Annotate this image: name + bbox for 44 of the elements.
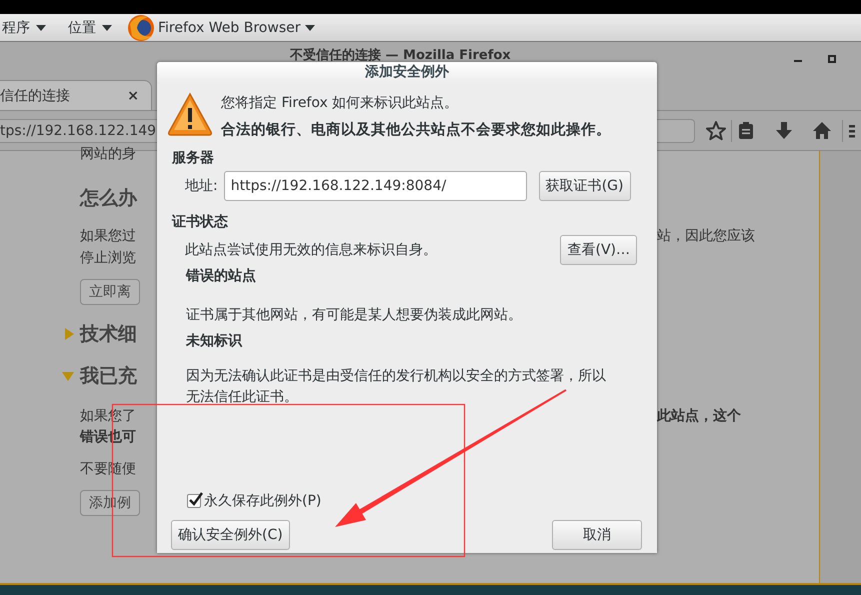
firefox-logo-icon bbox=[128, 14, 154, 42]
status-text: 此站点尝试使用无效的信息来标识自身。 bbox=[185, 241, 437, 259]
confirm-button[interactable]: 确认安全例外(C) bbox=[171, 520, 290, 550]
section-heading[interactable]: 我已充 bbox=[80, 363, 158, 389]
page-text: 如果您过 bbox=[80, 227, 137, 245]
problem-text: 证书属于其他网站，有可能是某人想要伪装成此网站。 bbox=[186, 306, 523, 325]
caret-icon bbox=[304, 24, 314, 30]
page-heading: 怎么办 bbox=[80, 186, 138, 211]
browser-tab[interactable]: 信任的连接 × bbox=[0, 80, 152, 110]
get-certificate-button[interactable]: 获取证书(G) bbox=[538, 171, 630, 201]
field-label: 地址: bbox=[185, 177, 218, 195]
problem-heading: 错误的站点 bbox=[186, 267, 257, 285]
problem-text: 因为无法确认此证书是由受信任的发行机构以安全的方式签署，所以无法信任此证书。 bbox=[186, 367, 607, 407]
view-button[interactable]: 查看(V)… bbox=[560, 235, 637, 265]
page-text: 站，因此您应该 bbox=[657, 227, 756, 245]
checkbox-label[interactable]: 永久保存此例外(P) bbox=[204, 492, 322, 510]
problem-heading: 未知标识 bbox=[186, 332, 244, 350]
page-text: 停止浏览 bbox=[80, 249, 137, 267]
warning-icon bbox=[167, 92, 213, 136]
close-icon[interactable]: × bbox=[127, 88, 139, 104]
address-field[interactable]: https://192.168.122.149:8084/ bbox=[224, 171, 527, 201]
caret-icon bbox=[102, 24, 112, 30]
page-text: 网站的身 bbox=[80, 145, 137, 163]
download-icon[interactable] bbox=[774, 120, 794, 142]
star-icon[interactable] bbox=[705, 120, 727, 142]
section-heading: 服务器 bbox=[172, 149, 215, 167]
section-heading[interactable]: 技术细 bbox=[80, 321, 158, 347]
page-button[interactable]: 立即离 bbox=[80, 279, 140, 305]
intro-text: 您将指定 Firefox 如何来标识此站点。 bbox=[221, 94, 460, 112]
checkbox[interactable] bbox=[187, 494, 201, 508]
caret-icon bbox=[36, 24, 46, 30]
cancel-button[interactable]: 取消 bbox=[552, 520, 642, 550]
panel-menu[interactable]: 位置 bbox=[68, 18, 122, 36]
section-heading: 证书状态 bbox=[172, 213, 229, 231]
panel-menu[interactable]: 程序 bbox=[2, 18, 56, 36]
window-title: 不受信任的连接 — Mozilla Firefox bbox=[290, 46, 511, 64]
clipboard-icon[interactable] bbox=[736, 120, 756, 142]
home-icon[interactable] bbox=[812, 120, 832, 142]
warning-text: 合法的银行、电商以及其他公共站点不会要求您如此操作。 bbox=[221, 120, 611, 139]
dialog-title: 添加安全例外 bbox=[157, 62, 657, 84]
check-icon bbox=[188, 492, 203, 506]
maximize-icon[interactable] bbox=[828, 55, 836, 63]
page-text: 此站点，这个 bbox=[657, 407, 742, 425]
app-menu[interactable]: Firefox Web Browser bbox=[128, 14, 324, 42]
